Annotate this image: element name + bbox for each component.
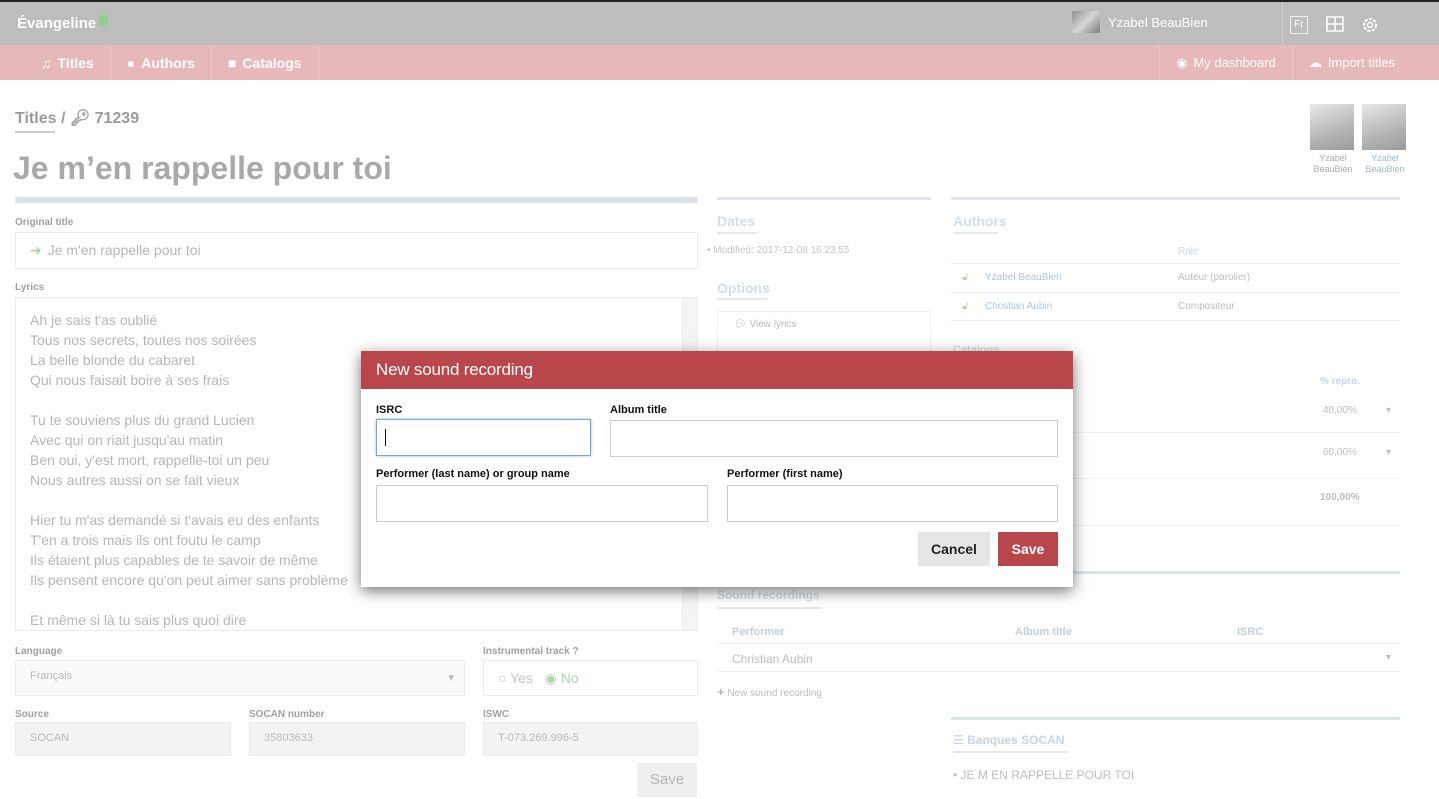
performer-first-label: Performer (first name) xyxy=(727,468,843,480)
text-caret xyxy=(385,429,386,446)
isrc-label: ISRC xyxy=(376,404,403,416)
new-sound-recording-modal: New sound recording ISRC Album title Per… xyxy=(361,351,1073,587)
save-button[interactable]: Save xyxy=(998,532,1058,566)
isrc-input[interactable] xyxy=(376,419,591,456)
modal-title: New sound recording xyxy=(361,351,1073,389)
album-title-input[interactable] xyxy=(610,420,1058,457)
performer-first-input[interactable] xyxy=(727,485,1058,522)
performer-last-label: Performer (last name) or group name xyxy=(376,468,570,480)
cancel-button[interactable]: Cancel xyxy=(918,532,990,566)
album-title-label: Album title xyxy=(610,404,667,416)
performer-last-input[interactable] xyxy=(376,485,708,522)
